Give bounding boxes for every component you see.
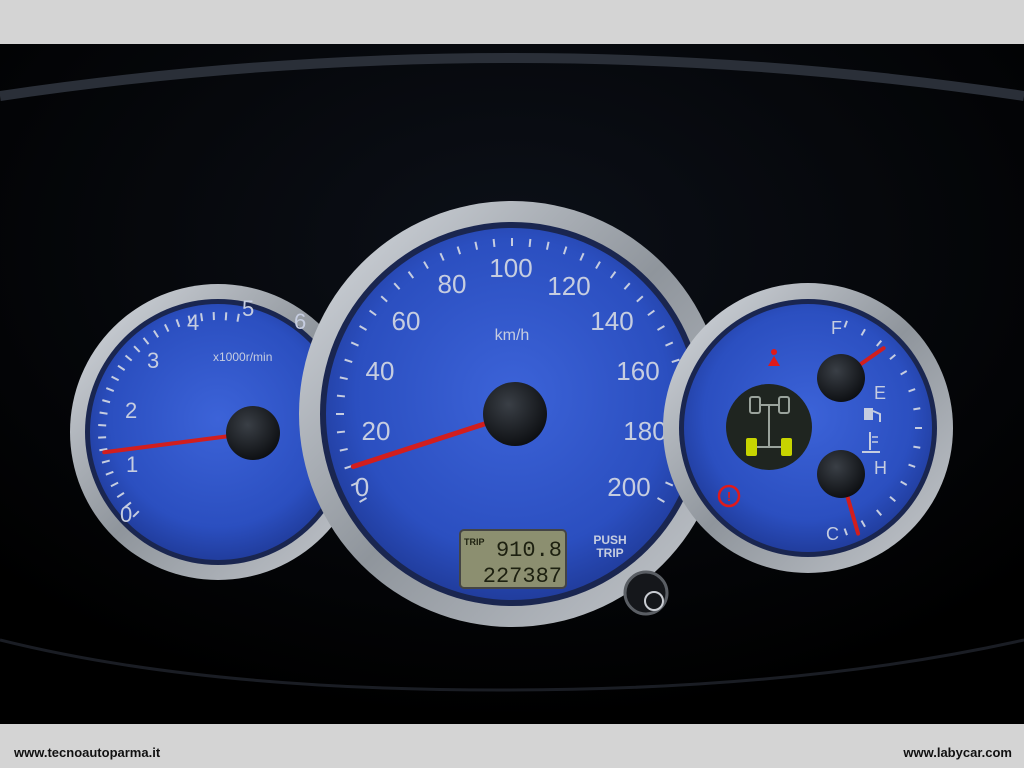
top-border-bar <box>0 0 1024 44</box>
speedometer-label-0: 0 <box>355 472 369 502</box>
speedometer-label-100: 100 <box>489 253 532 283</box>
fuel-temp-gauge: F E H C ! <box>663 283 953 573</box>
tachometer-unit: x1000r/min <box>213 350 272 364</box>
speedometer-label-80: 80 <box>438 269 467 299</box>
gauge-tick <box>224 312 228 321</box>
lcd-trip-value: 910.8 <box>496 538 562 563</box>
temp-cold-label: C <box>826 524 839 544</box>
tachometer-label-3: 3 <box>147 348 159 373</box>
gauge-tick <box>913 445 921 449</box>
fuel-needle-hub <box>817 354 865 402</box>
fuel-full-label: F <box>831 318 842 338</box>
speedometer-label-20: 20 <box>362 416 391 446</box>
tachometer-label-4: 4 <box>187 310 199 335</box>
speedometer-label-160: 160 <box>616 356 659 386</box>
speedometer: 0 20 40 60 80 100 120 140 160 180 200 km… <box>299 201 725 627</box>
temp-hot-label: H <box>874 458 887 478</box>
tachometer-label-1: 1 <box>126 452 138 477</box>
speedometer-label-60: 60 <box>392 306 421 336</box>
four-wheel-drive-indicator-icon <box>726 384 812 470</box>
tachometer-label-2: 2 <box>125 398 137 423</box>
gauge-tick <box>336 394 346 398</box>
instrument-cluster-photo: 0 1 2 3 4 5 6 x1000r/min 0 20 40 60 80 1… <box>0 44 1024 724</box>
tachometer-label-0: 0 <box>120 502 132 527</box>
speedometer-label-40: 40 <box>366 356 395 386</box>
gauge-tick <box>99 411 108 415</box>
trip-reset-knob[interactable] <box>623 570 669 616</box>
instrument-cluster-svg: 0 1 2 3 4 5 6 x1000r/min 0 20 40 60 80 1… <box>0 44 1024 724</box>
speedometer-label-180: 180 <box>623 416 666 446</box>
footer-link-tecnoautoparma[interactable]: www.tecnoautoparma.it <box>14 745 160 760</box>
fuel-empty-label: E <box>874 383 886 403</box>
speedometer-label-140: 140 <box>590 306 633 336</box>
gauge-tick <box>236 313 240 322</box>
speedometer-needle-hub <box>483 382 547 446</box>
speedometer-label-120: 120 <box>547 271 590 301</box>
tachometer-needle-hub <box>226 406 280 460</box>
svg-text:!: ! <box>727 489 731 504</box>
gauge-tick <box>492 238 496 248</box>
lcd-trip-label: TRIP <box>464 537 485 547</box>
lcd-odometer-value: 227387 <box>483 564 562 589</box>
tachometer-label-6: 6 <box>294 309 306 334</box>
push-label: PUSH <box>593 533 626 547</box>
gauge-tick <box>913 407 921 411</box>
gauge-tick <box>200 313 204 322</box>
footer-link-labycar[interactable]: www.labycar.com <box>903 745 1012 760</box>
speedometer-label-200: 200 <box>607 472 650 502</box>
trip-button-label: TRIP <box>596 546 623 560</box>
gauge-tick <box>336 430 346 434</box>
speedometer-unit: km/h <box>495 327 530 344</box>
gauge-tick <box>528 238 532 248</box>
temp-needle-hub <box>817 450 865 498</box>
tachometer-label-5: 5 <box>242 296 254 321</box>
